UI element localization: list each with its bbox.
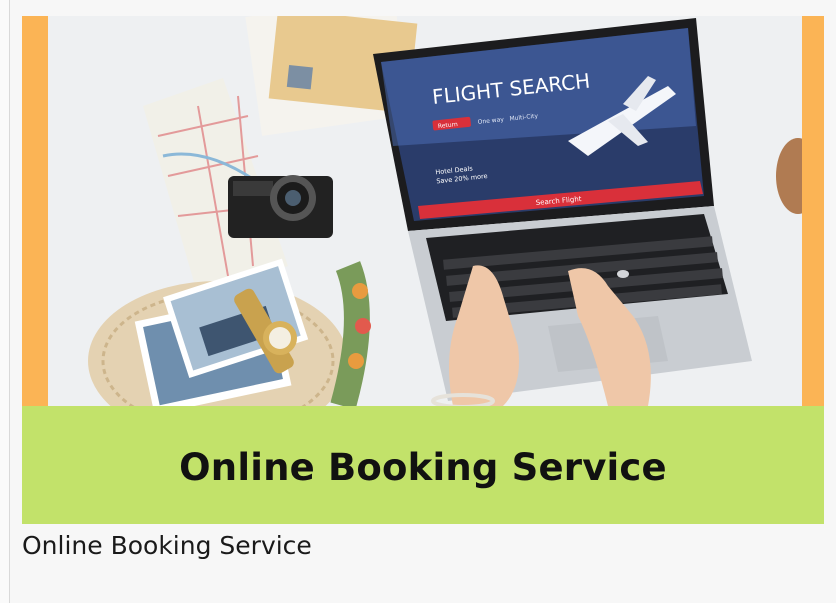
- left-orange-stripe: [22, 16, 48, 406]
- camera-icon: [228, 175, 333, 238]
- image-caption: Online Booking Service: [22, 531, 312, 560]
- right-orange-stripe: [802, 16, 824, 406]
- laptop-travel-illustration: FLIGHT SEARCH Return One way Multi-City …: [48, 16, 802, 406]
- article-image[interactable]: FLIGHT SEARCH Return One way Multi-City …: [22, 16, 824, 524]
- travel-photo: FLIGHT SEARCH Return One way Multi-City …: [48, 16, 802, 406]
- banner: Online Booking Service: [22, 406, 824, 524]
- figure-card: FLIGHT SEARCH Return One way Multi-City …: [9, 0, 836, 603]
- banner-title: Online Booking Service: [179, 445, 667, 489]
